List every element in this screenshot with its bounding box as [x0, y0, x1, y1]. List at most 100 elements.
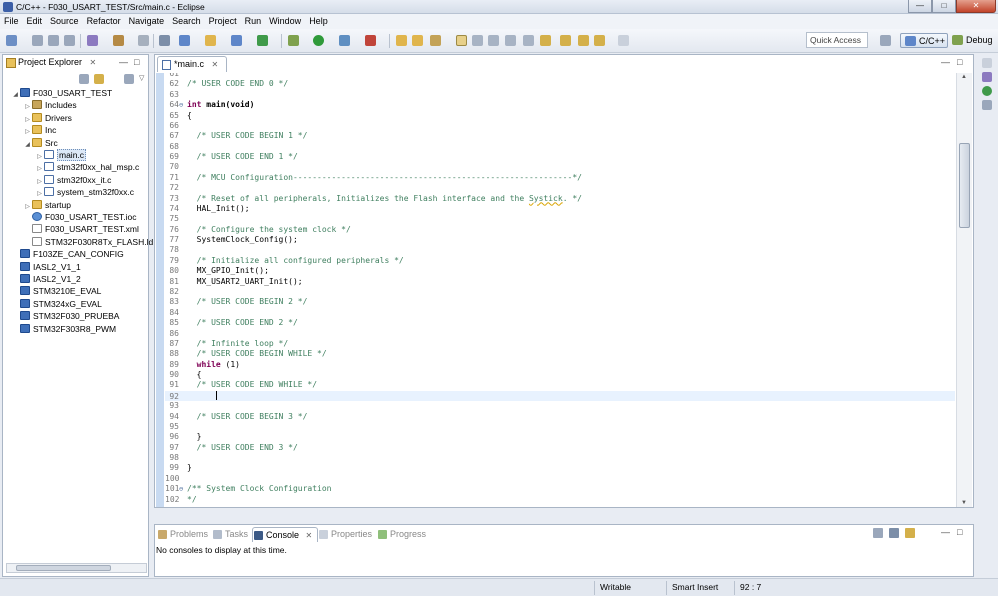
menu-help[interactable]: Help — [305, 14, 332, 29]
external-tools-icon[interactable] — [365, 35, 376, 46]
build-targets-icon[interactable] — [982, 86, 992, 96]
code-line[interactable]: 80 MX_GPIO_Init(); — [165, 266, 955, 276]
debug-toggle-icon[interactable] — [159, 35, 170, 46]
code-line[interactable]: 82 — [165, 287, 955, 297]
code-line[interactable]: 85 /* USER CODE END 2 */ — [165, 318, 955, 328]
save-all-icon[interactable] — [48, 35, 59, 46]
code-line[interactable]: 71 /* MCU Configuration-----------------… — [165, 173, 955, 183]
code-line[interactable]: 73 /* Reset of all peripherals, Initiali… — [165, 194, 955, 204]
tab-progress[interactable]: Progress — [377, 527, 426, 542]
tree-item[interactable]: F030_USART_TEST.xml — [23, 223, 139, 235]
menu-window[interactable]: Window — [265, 14, 305, 29]
code-line[interactable]: 86 — [165, 329, 955, 339]
scroll-down-icon[interactable]: ▼ — [961, 500, 967, 506]
save-icon[interactable] — [32, 35, 43, 46]
menu-source[interactable]: Source — [46, 14, 83, 29]
tab-properties[interactable]: Properties — [318, 527, 372, 542]
tree-item[interactable]: ◢ Src — [23, 137, 58, 149]
code-line[interactable]: 89 while (1) — [165, 360, 955, 370]
code-line[interactable]: 101⊖/** System Clock Configuration — [165, 484, 955, 494]
open-perspective-icon[interactable] — [880, 35, 891, 46]
back-icon[interactable] — [578, 35, 589, 46]
perspective-cpp-button[interactable]: C/C++ — [900, 33, 948, 48]
run-config-icon[interactable] — [339, 35, 350, 46]
code-editor[interactable]: 61 62/* USER CODE END 0 */63 64⊖ int main(v… — [165, 73, 955, 507]
tree-item[interactable]: ◢ F030_USART_TEST — [11, 87, 112, 99]
minimize-view-icon[interactable]: — — [119, 57, 128, 67]
new-project-icon[interactable] — [179, 35, 190, 46]
search-icon[interactable] — [430, 35, 441, 46]
print-icon[interactable] — [64, 35, 75, 46]
maximize-view-icon[interactable]: □ — [134, 57, 139, 67]
minimize-button[interactable]: — — [908, 0, 932, 13]
menu-search[interactable]: Search — [168, 14, 205, 29]
tree-item[interactable]: ▷ stm32f0xx_hal_msp.c — [35, 161, 139, 173]
tree-item[interactable]: STM3210E_EVAL — [11, 285, 101, 297]
tree-item[interactable]: ▷ main.c — [35, 149, 87, 161]
menu-navigate[interactable]: Navigate — [125, 14, 169, 29]
menu-project[interactable]: Project — [205, 14, 241, 29]
code-line[interactable]: 79 /* Initialize all configured peripher… — [165, 256, 955, 266]
code-line[interactable]: 99} — [165, 463, 955, 473]
code-line[interactable]: 95 — [165, 422, 955, 432]
editor-scrollbar-thumb[interactable] — [959, 143, 970, 228]
code-line[interactable]: 63 — [165, 90, 955, 100]
perspective-debug-button[interactable]: Debug — [948, 33, 996, 48]
open-type-icon[interactable] — [396, 35, 407, 46]
build-config-icon[interactable] — [87, 35, 98, 46]
tree-item[interactable]: IASL2_V1_1 — [11, 261, 81, 273]
forward-icon[interactable] — [618, 35, 629, 46]
expanded-arrow-icon[interactable]: ◢ — [11, 89, 20, 101]
view-menu-icon[interactable]: ▽ — [139, 74, 149, 84]
scrollbar-thumb[interactable] — [16, 565, 111, 571]
tree-item[interactable]: ▷ Drivers — [23, 112, 72, 124]
fold-toggle-icon[interactable]: ⊖ — [179, 484, 186, 494]
menu-refactor[interactable]: Refactor — [83, 14, 125, 29]
close-editor-icon[interactable]: ✕ — [212, 60, 219, 69]
code-line[interactable]: 64⊖ int main(void) — [165, 100, 955, 110]
menu-run[interactable]: Run — [241, 14, 266, 29]
code-line[interactable]: 74 HAL_Init(); — [165, 204, 955, 214]
link-with-editor-icon[interactable] — [94, 74, 104, 84]
code-line[interactable]: 92 — [165, 390, 955, 402]
new-folder-icon[interactable] — [205, 35, 216, 46]
tree-item[interactable]: ▷ Inc — [23, 124, 56, 136]
collapse-all-icon[interactable] — [79, 74, 89, 84]
code-line[interactable]: 97 /* USER CODE END 3 */ — [165, 443, 955, 453]
maximize-editor-icon[interactable]: □ — [957, 57, 962, 67]
outline-icon[interactable] — [982, 72, 992, 82]
tree-item[interactable]: ▷ startup — [23, 199, 71, 211]
code-line[interactable]: 72 — [165, 183, 955, 193]
code-line[interactable]: 100 — [165, 474, 955, 484]
new-icon[interactable] — [6, 35, 17, 46]
tree-item[interactable]: STM32F303R8_PWM — [11, 323, 116, 335]
tree-item[interactable]: ▷ Includes — [23, 99, 77, 111]
previous-annotation-icon[interactable] — [540, 35, 551, 46]
code-line[interactable]: 65 { — [165, 111, 955, 121]
editor-vertical-scrollbar[interactable]: ▲ ▼ — [956, 73, 972, 507]
run-icon[interactable] — [313, 35, 324, 46]
code-line[interactable]: 62 /* USER CODE END 0 */ — [165, 79, 955, 89]
minimize-editor-icon[interactable]: — — [941, 57, 950, 67]
quick-access-field[interactable]: Quick Access — [806, 32, 868, 48]
code-line[interactable]: 93 — [165, 401, 955, 411]
new-file-icon[interactable] — [257, 35, 268, 46]
code-line[interactable]: 81 MX_USART2_UART_Init(); — [165, 277, 955, 287]
maximize-button[interactable]: □ — [932, 0, 956, 13]
tree-item[interactable]: F030_USART_TEST.ioc — [23, 211, 137, 223]
code-line[interactable]: 87 /* Infinite loop */ — [165, 339, 955, 349]
code-line[interactable]: 98 — [165, 453, 955, 463]
tab-problems[interactable]: Problems — [157, 527, 208, 542]
code-line[interactable]: 75 — [165, 214, 955, 224]
open-console-icon[interactable] — [905, 528, 915, 538]
scroll-up-icon[interactable]: ▲ — [961, 74, 967, 80]
code-line[interactable]: 91 /* USER CODE END WHILE */ — [165, 380, 955, 390]
tree-item[interactable]: F103ZE_CAN_CONFIG — [11, 248, 124, 260]
tree-item[interactable]: STM32F030R8Tx_FLASH.ld — [23, 236, 153, 248]
menu-file[interactable]: File — [0, 14, 23, 29]
code-line[interactable]: 83 /* USER CODE BEGIN 2 */ — [165, 297, 955, 307]
restore-icon[interactable] — [982, 58, 992, 68]
code-line[interactable]: 78 — [165, 245, 955, 255]
tree-item[interactable]: STM32F030_PRUEBA — [11, 310, 119, 322]
tree-item[interactable]: IASL2_V1_2 — [11, 273, 81, 285]
